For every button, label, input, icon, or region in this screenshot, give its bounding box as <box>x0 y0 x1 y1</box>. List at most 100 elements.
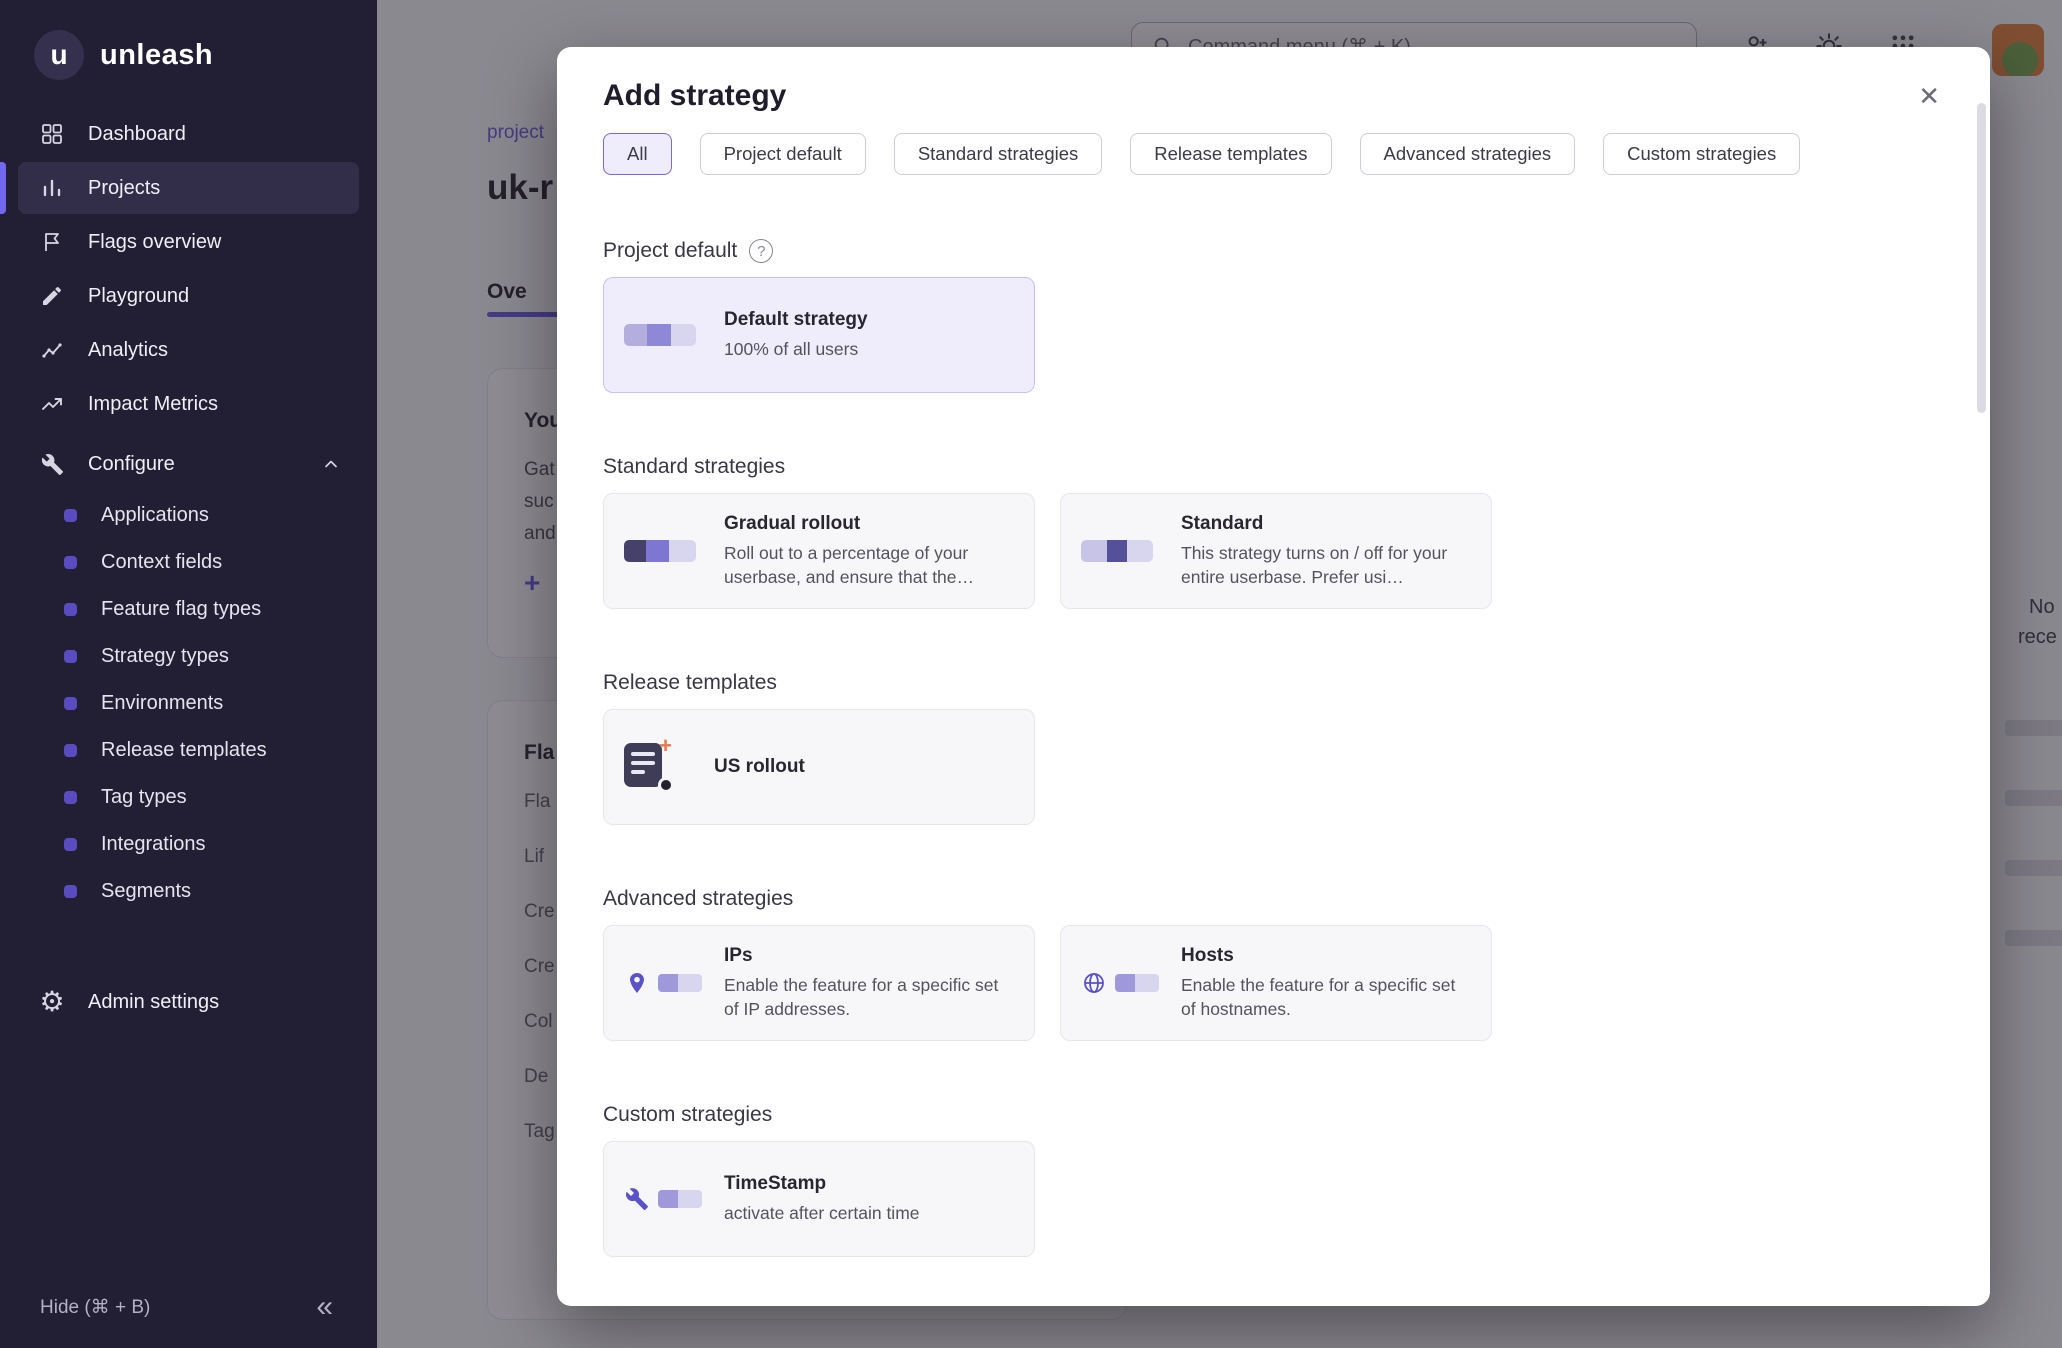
modal-body: Project default ? Default strategy 100% … <box>557 237 1990 1257</box>
card-row: IPs Enable the feature for a specific se… <box>603 925 1944 1041</box>
help-icon[interactable]: ? <box>749 239 773 263</box>
chevron-up-icon[interactable] <box>321 454 341 474</box>
bullet-icon <box>64 650 77 663</box>
sidebar-item-strategy-types[interactable]: Strategy types <box>18 633 359 679</box>
add-strategy-modal: Add strategy ✕ All Project default Stand… <box>557 47 1990 1306</box>
card-row: Default strategy 100% of all users <box>603 277 1944 393</box>
sub-label: Context fields <box>101 551 222 574</box>
bullet-icon <box>64 509 77 522</box>
card-description: This strategy turns on / off for your en… <box>1181 542 1471 589</box>
card-description: Enable the feature for a specific set of… <box>1181 974 1471 1021</box>
sidebar-item-configure[interactable]: Configure <box>18 438 359 490</box>
strategy-card-gradual-rollout[interactable]: Gradual rollout Roll out to a percentage… <box>603 493 1035 609</box>
bullet-icon <box>64 791 77 804</box>
card-title: Gradual rollout <box>724 513 1014 535</box>
filter-chip-custom-strategies[interactable]: Custom strategies <box>1603 133 1800 175</box>
sidebar-item-dashboard[interactable]: Dashboard <box>18 108 359 160</box>
collapse-sidebar-icon[interactable]: « <box>316 1290 333 1324</box>
section-label: Standard strategies <box>603 455 785 479</box>
card-text: IPs Enable the feature for a specific se… <box>724 945 1014 1021</box>
sidebar-item-feature-flag-types[interactable]: Feature flag types <box>18 586 359 632</box>
sidebar-item-projects[interactable]: Projects <box>18 162 359 214</box>
strategy-card-default-strategy[interactable]: Default strategy 100% of all users <box>603 277 1035 393</box>
sidebar-item-environments[interactable]: Environments <box>18 680 359 726</box>
sidebar-item-release-templates[interactable]: Release templates <box>18 727 359 773</box>
sub-label: Integrations <box>101 833 206 856</box>
sidebar-item-integrations[interactable]: Integrations <box>18 821 359 867</box>
configure-group: Configure Applications Context fields Fe… <box>0 438 377 914</box>
release-template-card-us-rollout[interactable]: + US rollout <box>603 709 1035 825</box>
strategy-card-timestamp[interactable]: TimeStamp activate after certain time <box>603 1141 1035 1257</box>
brand-name: unleash <box>100 39 213 72</box>
analytics-icon <box>38 336 66 364</box>
strategy-card-hosts[interactable]: Hosts Enable the feature for a specific … <box>1060 925 1492 1041</box>
bullet-icon <box>64 697 77 710</box>
sidebar-item-applications[interactable]: Applications <box>18 492 359 538</box>
strategy-filter-chips: All Project default Standard strategies … <box>557 113 1990 175</box>
nav-label: Analytics <box>88 339 168 362</box>
sub-label: Environments <box>101 692 223 715</box>
card-description: activate after certain time <box>724 1202 1014 1225</box>
nav-label: Dashboard <box>88 123 186 146</box>
hosts-globe-icon <box>1081 970 1161 996</box>
filter-chip-release-templates[interactable]: Release templates <box>1130 133 1331 175</box>
sidebar-item-analytics[interactable]: Analytics <box>18 324 359 376</box>
pencil-icon <box>38 282 66 310</box>
screen: u unleash Dashboard Projects F <box>0 0 2062 1348</box>
card-title: IPs <box>724 945 1014 967</box>
unleash-logo-icon[interactable]: u <box>34 30 84 80</box>
sidebar-item-segments[interactable]: Segments <box>18 868 359 914</box>
section-heading-release-templates: Release templates <box>603 669 1944 697</box>
bullet-icon <box>64 885 77 898</box>
filter-chip-all[interactable]: All <box>603 133 672 175</box>
modal-scrollbar[interactable] <box>1977 103 1986 413</box>
sub-label: Strategy types <box>101 645 229 668</box>
custom-strategy-icon <box>624 1186 704 1212</box>
wrench-icon <box>38 450 66 478</box>
rollout-bar-icon <box>624 540 704 562</box>
card-title: Standard <box>1181 513 1471 535</box>
strategy-card-ips[interactable]: IPs Enable the feature for a specific se… <box>603 925 1035 1041</box>
document-icon <box>624 743 662 787</box>
projects-icon <box>38 174 66 202</box>
sub-label: Segments <box>101 880 191 903</box>
filter-chip-project-default[interactable]: Project default <box>700 133 866 175</box>
sidebar-item-playground[interactable]: Playground <box>18 270 359 322</box>
filter-chip-advanced-strategies[interactable]: Advanced strategies <box>1360 133 1576 175</box>
card-text: Gradual rollout Roll out to a percentage… <box>724 513 1014 589</box>
logo-row: u unleash <box>0 0 377 106</box>
location-pin-icon <box>624 970 650 996</box>
card-description: Enable the feature for a specific set of… <box>724 974 1014 1021</box>
close-icon[interactable]: ✕ <box>1914 79 1944 113</box>
sub-label: Applications <box>101 504 209 527</box>
card-title: US rollout <box>714 756 1014 778</box>
dot-icon <box>658 777 674 793</box>
ip-pin-icon <box>624 970 704 996</box>
strategy-card-standard[interactable]: Standard This strategy turns on / off fo… <box>1060 493 1492 609</box>
sidebar-item-flags-overview[interactable]: Flags overview <box>18 216 359 268</box>
section-label: Release templates <box>603 671 777 695</box>
section-heading-custom-strategies: Custom strategies <box>603 1101 1944 1129</box>
filter-chip-standard-strategies[interactable]: Standard strategies <box>894 133 1102 175</box>
sidebar-item-impact-metrics[interactable]: Impact Metrics <box>18 378 359 430</box>
section-heading-project-default: Project default ? <box>603 237 1944 265</box>
sub-label: Tag types <box>101 786 187 809</box>
plus-icon: + <box>659 733 672 759</box>
hide-sidebar-label[interactable]: Hide (⌘ + B) <box>40 1296 150 1319</box>
section-label: Project default <box>603 239 737 263</box>
globe-icon <box>1081 970 1107 996</box>
card-row: + US rollout <box>603 709 1944 825</box>
logo-letter: u <box>50 39 67 71</box>
modal-header: Add strategy ✕ <box>557 47 1990 113</box>
sidebar-item-context-fields[interactable]: Context fields <box>18 539 359 585</box>
gear-icon: ⚙ <box>38 988 66 1016</box>
release-template-icon: + <box>624 743 670 791</box>
sidebar-item-admin-settings[interactable]: ⚙ Admin settings <box>18 976 359 1028</box>
rollout-bar-icon <box>624 324 704 346</box>
bullet-icon <box>64 838 77 851</box>
card-text: Standard This strategy turns on / off fo… <box>1181 513 1471 589</box>
nav-label: Configure <box>88 453 175 476</box>
sidebar-item-tag-types[interactable]: Tag types <box>18 774 359 820</box>
sub-label: Release templates <box>101 739 267 762</box>
sidebar-footer: Hide (⌘ + B) « <box>0 1290 377 1324</box>
